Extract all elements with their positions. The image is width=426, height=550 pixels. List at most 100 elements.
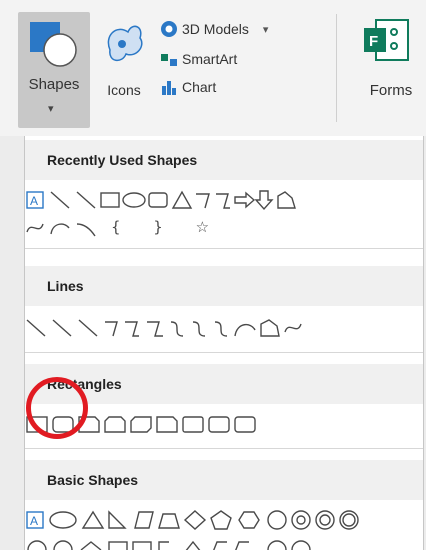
chart-icon bbox=[160, 78, 178, 96]
highlight-circle bbox=[26, 377, 88, 439]
icons-label: Icons bbox=[107, 82, 141, 98]
svg-text:F: F bbox=[369, 33, 378, 50]
curve-shape[interactable] bbox=[50, 223, 70, 235]
decagon-shape[interactable] bbox=[315, 510, 335, 530]
frame-shape[interactable] bbox=[108, 541, 128, 550]
freeform-shape[interactable] bbox=[260, 319, 280, 337]
chord-shape[interactable] bbox=[53, 540, 73, 550]
down-arrow-shape[interactable] bbox=[254, 190, 274, 211]
snip-diagonal-rectangle-shape[interactable] bbox=[130, 416, 152, 433]
section-title: Lines bbox=[47, 278, 84, 294]
elbow-double-arrow-shape[interactable] bbox=[147, 321, 163, 337]
shapes-icon bbox=[30, 22, 77, 67]
shapes-gallery-dropdown: Recently Used Shapes A {} ☆ Lines Recta… bbox=[24, 136, 424, 550]
section-header-basic-shapes: Basic Shapes bbox=[25, 460, 423, 500]
triangle-shape[interactable] bbox=[171, 190, 193, 209]
smartart-icon bbox=[160, 50, 178, 68]
lines-row bbox=[25, 316, 423, 342]
hexagon-shape[interactable] bbox=[238, 511, 260, 529]
ribbon-illustrations-group: Shapes ▾ Icons 3D Models ▾ SmartArt Char… bbox=[0, 0, 426, 136]
line-arrow-shape[interactable] bbox=[52, 319, 72, 337]
pentagon-shape[interactable] bbox=[210, 510, 232, 530]
ribbon-separator bbox=[336, 14, 337, 122]
basic-shapes-row-2 bbox=[25, 538, 423, 550]
smartart-label: SmartArt bbox=[182, 51, 238, 67]
section-divider bbox=[25, 248, 423, 249]
right-triangle-shape[interactable] bbox=[108, 510, 127, 529]
3d-models-label: 3D Models bbox=[182, 21, 249, 37]
diagonal-stripe-shape[interactable] bbox=[185, 540, 201, 550]
freeform-shape[interactable] bbox=[277, 191, 296, 209]
snip-round-rectangle-shape[interactable] bbox=[156, 416, 178, 433]
curved-arrow-connector-shape[interactable] bbox=[192, 321, 206, 337]
line-shape[interactable] bbox=[26, 319, 46, 337]
smartart-button[interactable]: SmartArt bbox=[160, 48, 237, 70]
rectangle-shape[interactable] bbox=[100, 192, 120, 208]
round-diagonal-rectangle-shape[interactable] bbox=[234, 416, 256, 433]
oval-shape[interactable] bbox=[122, 192, 146, 208]
arc-shape[interactable] bbox=[76, 223, 96, 237]
forms-button[interactable]: F Forms bbox=[350, 12, 420, 128]
can-shape[interactable] bbox=[267, 540, 287, 550]
shapes-label: Shapes bbox=[28, 76, 80, 93]
icons-icon bbox=[107, 25, 143, 62]
curved-double-arrow-shape[interactable] bbox=[214, 321, 228, 337]
cube-shape[interactable] bbox=[291, 540, 311, 550]
rounded-rectangle-shape[interactable] bbox=[148, 192, 168, 208]
text-box-shape[interactable]: A bbox=[26, 511, 44, 529]
elbow-connector-shape[interactable] bbox=[105, 321, 118, 337]
curved-connector-shape[interactable] bbox=[170, 321, 184, 337]
line-shape[interactable] bbox=[50, 191, 70, 209]
chart-label: Chart bbox=[182, 79, 217, 95]
forms-icon: F bbox=[364, 19, 409, 61]
section-divider bbox=[25, 448, 423, 449]
snip-same-side-rectangle-shape[interactable] bbox=[104, 416, 126, 433]
recent-shapes-row-2: { } ☆ bbox=[25, 216, 423, 242]
curve-shape[interactable] bbox=[234, 323, 256, 337]
section-header-lines: Lines bbox=[25, 266, 423, 306]
oval-shape[interactable] bbox=[49, 511, 77, 529]
heptagon-shape[interactable] bbox=[267, 510, 287, 530]
dodecagon-shape[interactable] bbox=[339, 510, 359, 530]
plaque-shape[interactable] bbox=[235, 541, 249, 550]
section-divider bbox=[25, 352, 423, 353]
line-double-arrow-shape[interactable] bbox=[78, 319, 98, 337]
half-frame-shape[interactable] bbox=[132, 541, 152, 550]
basic-shapes-row: A bbox=[25, 508, 423, 534]
arrow-line-shape[interactable] bbox=[76, 191, 96, 209]
text-box-shape[interactable]: A bbox=[26, 191, 44, 209]
round-single-corner-rectangle-shape[interactable] bbox=[182, 416, 204, 433]
chevron-down-icon: ▾ bbox=[48, 103, 54, 115]
plus-shape[interactable] bbox=[213, 541, 227, 550]
elbow-arrow-connector-shape[interactable] bbox=[216, 193, 230, 209]
scribble-shape[interactable] bbox=[284, 323, 302, 333]
octagon-shape[interactable] bbox=[291, 510, 311, 530]
shapes-button[interactable]: Shapes ▾ bbox=[18, 12, 90, 128]
section-title: Recently Used Shapes bbox=[47, 152, 198, 168]
round-same-side-rectangle-shape[interactable] bbox=[208, 416, 230, 433]
elbow-arrow-shape[interactable] bbox=[125, 321, 139, 337]
trapezoid-shape[interactable] bbox=[158, 513, 180, 529]
pie-shape[interactable] bbox=[27, 540, 47, 550]
isosceles-triangle-shape[interactable] bbox=[81, 510, 105, 529]
3d-models-icon bbox=[160, 20, 178, 38]
parallelogram-shape[interactable] bbox=[134, 511, 154, 529]
brace-and-star-shapes[interactable]: { } ☆ bbox=[111, 218, 223, 236]
forms-label: Forms bbox=[369, 82, 413, 99]
svg-text:A: A bbox=[30, 194, 38, 208]
teardrop-shape[interactable] bbox=[80, 541, 102, 550]
chart-button[interactable]: Chart bbox=[160, 76, 216, 98]
recent-shapes-row: A bbox=[25, 188, 423, 214]
diamond-shape[interactable] bbox=[183, 510, 207, 530]
section-header-recent: Recently Used Shapes bbox=[25, 140, 423, 180]
l-shape[interactable] bbox=[158, 541, 169, 550]
insert-illustrations-screenshot: Shapes ▾ Icons 3D Models ▾ SmartArt Char… bbox=[0, 0, 426, 550]
right-arrow-shape[interactable] bbox=[234, 191, 256, 209]
3d-models-button[interactable]: 3D Models ▾ bbox=[160, 18, 268, 40]
section-title: Basic Shapes bbox=[47, 472, 139, 488]
svg-text:A: A bbox=[30, 514, 38, 528]
elbow-connector-shape[interactable] bbox=[196, 193, 210, 209]
chevron-down-icon: ▾ bbox=[262, 23, 269, 36]
icons-button[interactable]: Icons bbox=[96, 12, 152, 128]
scribble-shape[interactable] bbox=[26, 223, 44, 233]
